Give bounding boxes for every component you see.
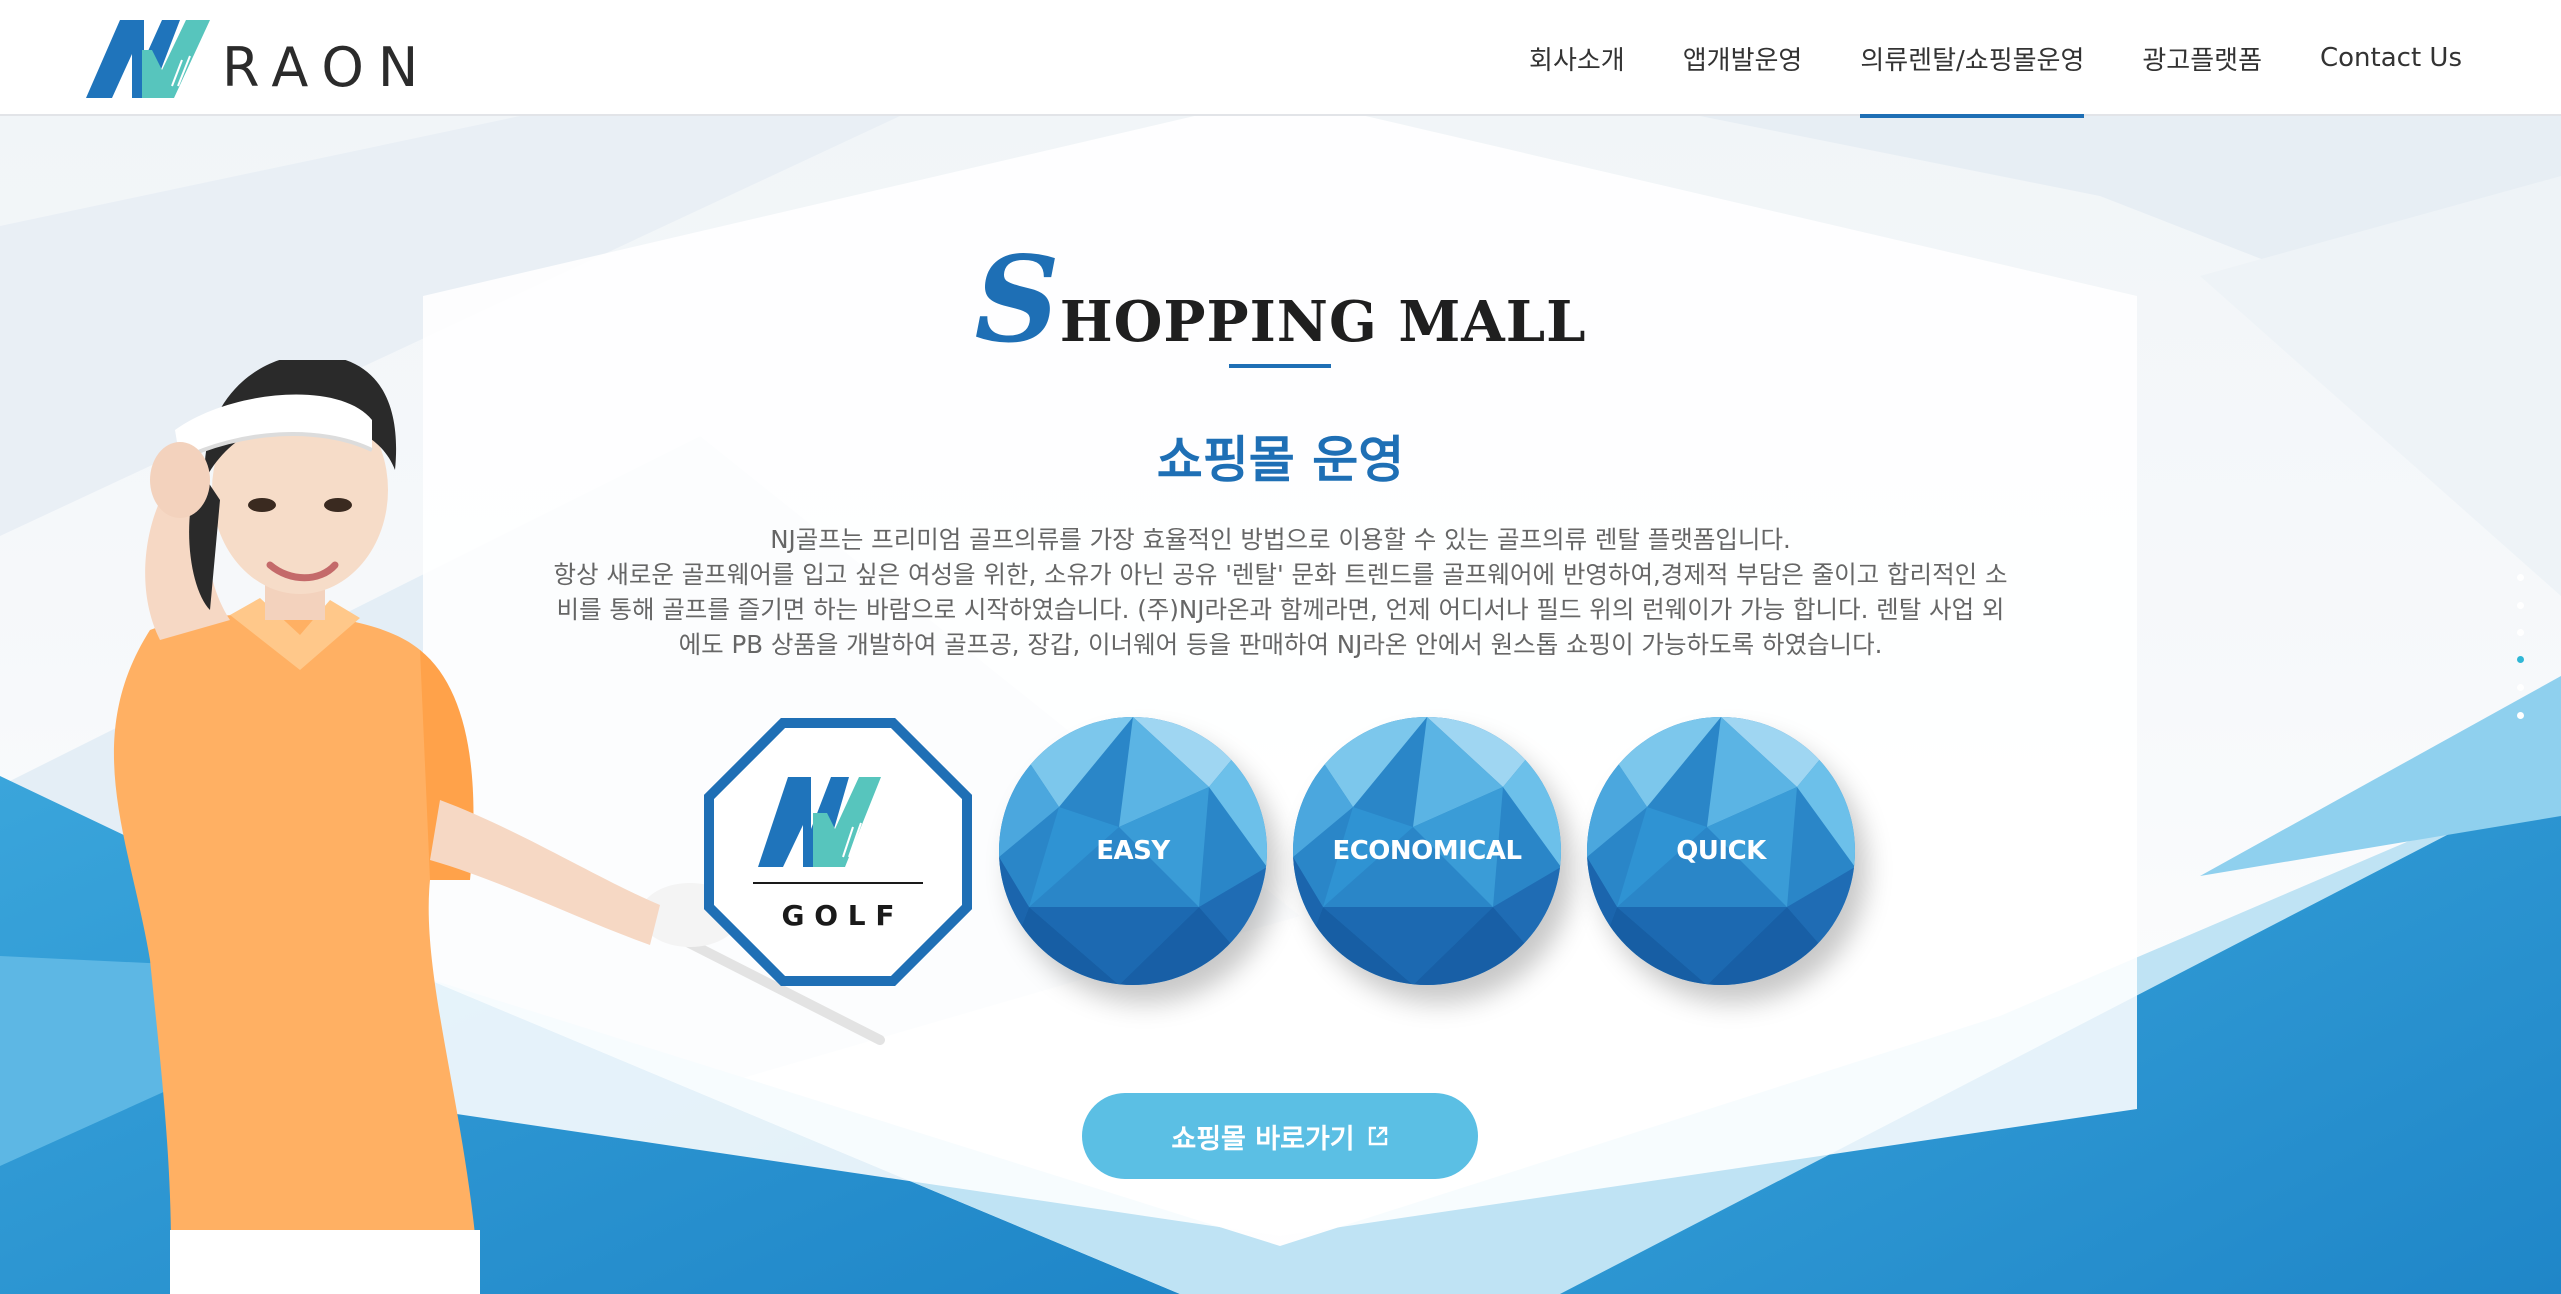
pager-dot[interactable] [2517,574,2524,581]
pager-dot[interactable] [2517,684,2524,691]
golf-logo-icon: G O L F [704,718,972,986]
cta-label: 쇼핑몰 바로가기 [1171,1123,1355,1155]
feature-circle-easy: EASY [999,717,1267,985]
description-line: 항상 새로운 골프웨어를 입고 싶은 여성을 위한, 소유가 아닌 공유 '렌탈… [553,560,2008,589]
external-link-icon [1368,1126,1387,1146]
shopping-mall-link-button[interactable]: 쇼핑몰 바로가기 [1082,1093,1478,1179]
section-title: SHOPPING MALL [0,230,2561,369]
section-pager [2514,574,2526,722]
pager-dot[interactable] [2517,629,2524,636]
nav-item-rental-shopping[interactable]: 의류렌탈/쇼핑몰운영 [1831,0,2113,118]
feature-label-economical: ECONOMICAL [1332,836,1522,866]
nav-item-ad-platform[interactable]: 광고플랫폼 [2113,0,2291,116]
golf-badge-text: G O L F [782,899,895,932]
pager-dot[interactable] [2517,712,2524,719]
description-line: 비를 통해 골프를 즐기면 하는 바람으로 시작하였습니다. (주)NJ라온과 … [556,595,2005,624]
description-line: 에도 PB 상품을 개발하여 골프공, 장갑, 이너웨어 등을 판매하여 NJ라… [678,630,1883,659]
site-logo[interactable]: RAON [86,20,432,98]
logo-mark-icon [86,20,210,98]
main-nav: 회사소개 앱개발운영 의류렌탈/쇼핑몰운영 광고플랫폼 Contact Us [1500,0,2491,118]
feature-label-easy: EASY [1096,836,1170,866]
feature-circle-quick: QUICK [1587,717,1855,985]
nav-item-contact[interactable]: Contact Us [2291,0,2491,116]
feature-circle-economical: ECONOMICAL [1293,717,1561,985]
description-line: NJ골프는 프리미엄 골프의류를 가장 효율적인 방법으로 이용할 수 있는 골… [770,525,1791,554]
section-subtitle: 쇼핑몰 운영 [1156,431,1405,489]
feature-label-quick: QUICK [1676,836,1766,866]
section-title-initial: S [974,230,1060,369]
nav-item-company[interactable]: 회사소개 [1500,0,1654,116]
title-divider [1229,364,1331,368]
nav-item-app-dev[interactable]: 앱개발운영 [1654,0,1832,116]
site-header: RAON 회사소개 앱개발운영 의류렌탈/쇼핑몰운영 광고플랫폼 Contact… [0,0,2561,118]
section-title-rest: HOPPING MALL [1059,289,1587,355]
pager-dot[interactable] [2517,602,2524,609]
section-description: NJ골프는 프리미엄 골프의류를 가장 효율적인 방법으로 이용할 수 있는 골… [540,522,2021,662]
logo-text: RAON [222,36,433,99]
pager-dot-active[interactable] [2517,656,2524,663]
